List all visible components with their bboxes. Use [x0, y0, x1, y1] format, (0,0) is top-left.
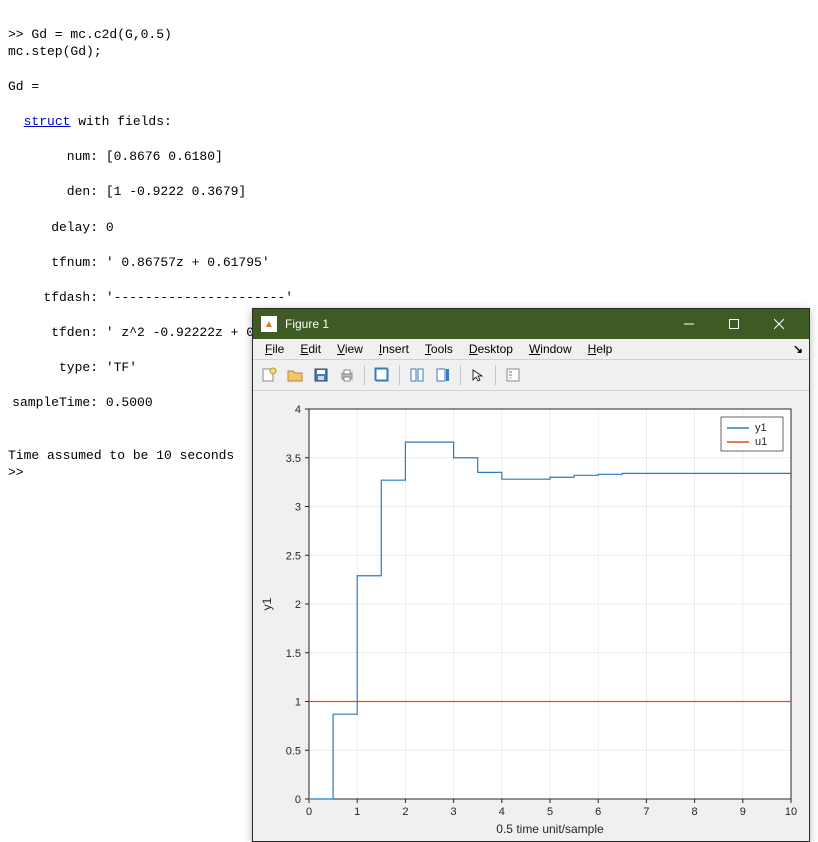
- minimize-button[interactable]: [666, 309, 711, 339]
- menu-file[interactable]: File: [257, 340, 292, 358]
- menu-desktop[interactable]: Desktop: [461, 340, 521, 358]
- struct-link[interactable]: struct: [24, 114, 71, 129]
- menu-edit[interactable]: Edit: [292, 340, 329, 358]
- svg-text:0.5 time unit/sample: 0.5 time unit/sample: [496, 822, 604, 836]
- menu-help[interactable]: Help: [580, 340, 621, 358]
- svg-text:4: 4: [499, 806, 505, 818]
- field-type-name: type:: [8, 359, 98, 377]
- field-den-name: den:: [8, 183, 98, 201]
- menu-tools[interactable]: Tools: [417, 340, 461, 358]
- svg-text:2: 2: [402, 806, 408, 818]
- svg-text:5: 5: [547, 806, 553, 818]
- svg-text:2.5: 2.5: [286, 550, 301, 562]
- field-delay-val: 0: [106, 220, 114, 235]
- svg-text:y1: y1: [260, 597, 274, 610]
- plot-area[interactable]: 0 1 2 3 4 5 6 7 8 9 10 0 0.5 1 1.5 2 2.5 3 3.5 4 0.5 time un…: [253, 391, 809, 841]
- field-type-val: 'TF': [106, 360, 137, 375]
- field-delay-name: delay:: [8, 219, 98, 237]
- menu-window[interactable]: Window: [521, 340, 580, 358]
- field-sampletime-val: 0.5000: [106, 395, 153, 410]
- svg-text:3.5: 3.5: [286, 453, 301, 465]
- svg-text:1.5: 1.5: [286, 648, 301, 660]
- svg-text:1: 1: [295, 697, 301, 709]
- field-tfdash-val: '----------------------': [106, 290, 293, 305]
- menu-insert[interactable]: Insert: [371, 340, 417, 358]
- toolbar: [253, 360, 809, 391]
- cursor-button[interactable]: [466, 363, 490, 387]
- titlebar[interactable]: ▲ Figure 1: [253, 309, 809, 339]
- cmd-line-2: mc.step(Gd);: [8, 44, 102, 59]
- time-assumed: Time assumed to be 10 seconds: [8, 448, 234, 463]
- svg-text:7: 7: [643, 806, 649, 818]
- figure-window: ▲ Figure 1 File Edit View Insert Tools D…: [252, 308, 810, 842]
- edit-plot-button[interactable]: [370, 363, 394, 387]
- new-figure-button[interactable]: [257, 363, 281, 387]
- svg-text:2: 2: [295, 599, 301, 611]
- prompt[interactable]: >>: [8, 465, 24, 480]
- svg-text:6: 6: [595, 806, 601, 818]
- field-num-val: [0.8676 0.6180]: [106, 149, 223, 164]
- menubar: File Edit View Insert Tools Desktop Wind…: [253, 339, 809, 360]
- svg-text:10: 10: [785, 806, 797, 818]
- toolbar-separator-4: [495, 365, 496, 385]
- svg-text:0.5: 0.5: [286, 745, 301, 757]
- insert-colorbar-button[interactable]: [431, 363, 455, 387]
- field-tfnum-name: tfnum:: [8, 254, 98, 272]
- link-data-button[interactable]: [405, 363, 429, 387]
- svg-text:4: 4: [295, 404, 301, 416]
- field-num-name: num:: [8, 148, 98, 166]
- svg-text:u1: u1: [755, 436, 767, 448]
- field-den-val: [1 -0.9222 0.3679]: [106, 184, 246, 199]
- maximize-button[interactable]: [711, 309, 756, 339]
- field-tfden-name: tfden:: [8, 324, 98, 342]
- toolbar-separator-3: [460, 365, 461, 385]
- close-button[interactable]: [756, 309, 801, 339]
- matlab-figure-icon: ▲: [261, 316, 277, 332]
- svg-text:8: 8: [692, 806, 698, 818]
- menu-overflow-icon[interactable]: ↘: [793, 342, 803, 356]
- open-button[interactable]: [283, 363, 307, 387]
- svg-text:y1: y1: [755, 422, 767, 434]
- toolbar-separator: [364, 365, 365, 385]
- insert-legend-button[interactable]: [501, 363, 525, 387]
- save-button[interactable]: [309, 363, 333, 387]
- field-tfnum-val: ' 0.86757z + 0.61795': [106, 255, 270, 270]
- struct-tail: with fields:: [70, 114, 171, 129]
- step-response-chart: 0 1 2 3 4 5 6 7 8 9 10 0 0.5 1 1.5 2 2.5 3 3.5 4 0.5 time un…: [253, 391, 809, 841]
- menu-view[interactable]: View: [329, 340, 371, 358]
- toolbar-separator-2: [399, 365, 400, 385]
- svg-text:0: 0: [295, 794, 301, 806]
- out-var: Gd =: [8, 79, 39, 94]
- window-title: Figure 1: [285, 317, 666, 331]
- field-sampletime-name: sampleTime:: [8, 394, 98, 412]
- svg-text:3: 3: [295, 502, 301, 514]
- svg-text:3: 3: [451, 806, 457, 818]
- svg-text:0: 0: [306, 806, 312, 818]
- svg-text:9: 9: [740, 806, 746, 818]
- cmd-line-1: >> Gd = mc.c2d(G,0.5): [8, 27, 172, 42]
- svg-text:1: 1: [354, 806, 360, 818]
- print-button[interactable]: [335, 363, 359, 387]
- field-tfdash-name: tfdash:: [8, 289, 98, 307]
